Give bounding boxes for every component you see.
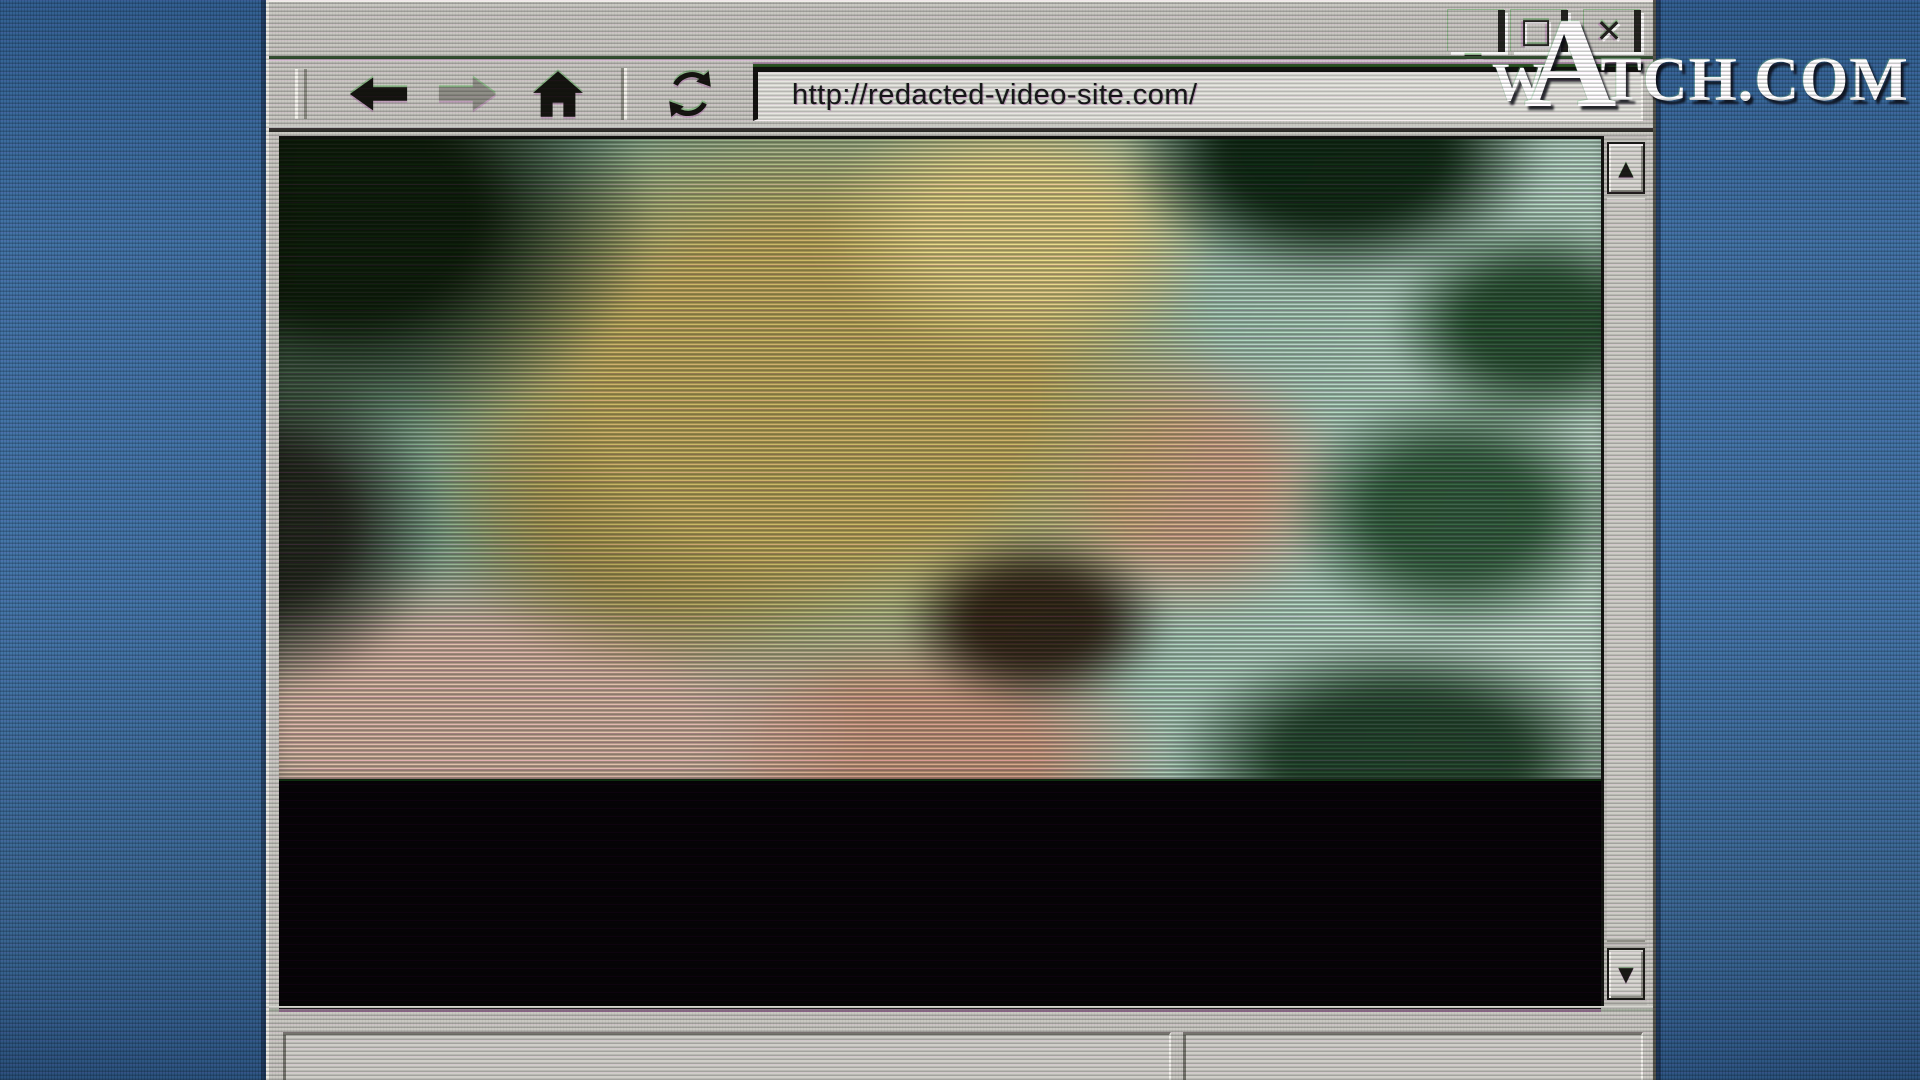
toolbar-divider: [621, 68, 627, 120]
watermark-text: TCH.COM: [1600, 45, 1908, 116]
status-panel-left: [283, 1032, 1171, 1080]
letterbox-bar: [279, 779, 1601, 1009]
home-button[interactable]: [513, 62, 603, 126]
minimize-icon: _: [1465, 22, 1482, 56]
video-still[interactable]: [279, 136, 1601, 1009]
scroll-up-button[interactable]: ▲: [1607, 142, 1645, 194]
url-text: http://redacted-video-site.com/: [792, 79, 1198, 112]
forward-button[interactable]: [423, 62, 513, 126]
watermark-letter-a: A: [1524, 12, 1616, 114]
scroll-up-icon: ▲: [1618, 158, 1633, 178]
watchcom-watermark: WATCH.COM: [1492, 6, 1909, 116]
forward-arrow-icon: [437, 74, 499, 114]
scrollbar-thumb[interactable]: [1607, 198, 1645, 942]
status-panel-right: [1183, 1032, 1643, 1080]
scroll-down-button[interactable]: ▼: [1607, 948, 1645, 1000]
crt-screen: _ □ ✕: [0, 0, 1920, 1080]
refresh-button[interactable]: [645, 62, 735, 126]
vertical-scrollbar[interactable]: ▲ ▼: [1601, 136, 1647, 1006]
window-titlebar[interactable]: _ □ ✕: [269, 0, 1653, 58]
refresh-icon: [663, 67, 717, 121]
home-icon: [532, 70, 584, 118]
back-arrow-icon: [347, 74, 409, 114]
browser-window: _ □ ✕: [266, 0, 1656, 1080]
back-button[interactable]: [333, 62, 423, 126]
vhs-scanline-overlay: [279, 139, 1601, 779]
browser-toolbar: http://redacted-video-site.com/: [269, 56, 1653, 132]
status-bar: [269, 1006, 1653, 1080]
page-content: ▲ ▼: [279, 136, 1647, 1006]
scroll-down-icon: ▼: [1618, 964, 1633, 984]
toolbar-grip[interactable]: [295, 69, 307, 119]
